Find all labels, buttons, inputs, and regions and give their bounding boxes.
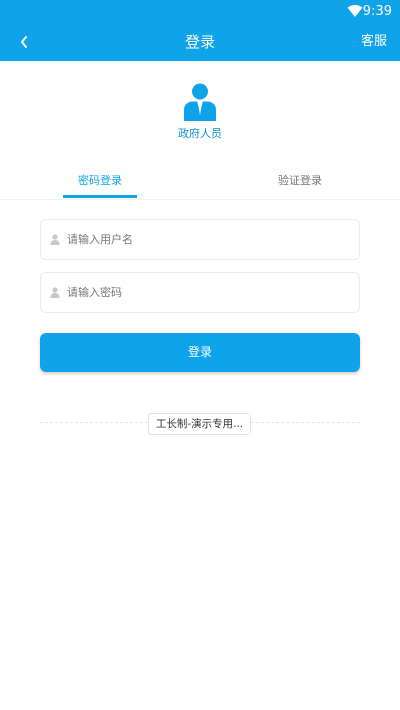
customer-service-button[interactable]: 客服 xyxy=(361,32,387,52)
login-tabs: 密码登录 验证登录 xyxy=(0,169,400,200)
status-time: 9:39 xyxy=(362,4,392,19)
tab-verify-login[interactable]: 验证登录 xyxy=(263,169,337,193)
divider-right xyxy=(251,422,360,423)
page-title: 登录 xyxy=(184,33,215,51)
status-bar: 9:39 xyxy=(0,0,400,24)
password-input[interactable] xyxy=(67,273,347,312)
person-avatar-icon xyxy=(184,83,216,121)
user-icon xyxy=(50,234,60,245)
wifi-icon xyxy=(347,4,363,17)
tab-password-login[interactable]: 密码登录 xyxy=(63,169,137,193)
username-field[interactable] xyxy=(40,219,360,260)
active-tab-indicator xyxy=(63,195,137,198)
username-input[interactable] xyxy=(67,220,347,259)
password-field[interactable] xyxy=(40,272,360,313)
app-bar: 登录 客服 xyxy=(0,24,400,61)
role-label: 政府人员 xyxy=(178,127,222,140)
org-selector[interactable]: 工长制-演示专用... xyxy=(148,413,251,435)
login-button[interactable]: 登录 xyxy=(40,333,360,372)
avatar xyxy=(183,83,217,121)
user-icon xyxy=(50,287,60,298)
divider-left xyxy=(40,422,148,423)
